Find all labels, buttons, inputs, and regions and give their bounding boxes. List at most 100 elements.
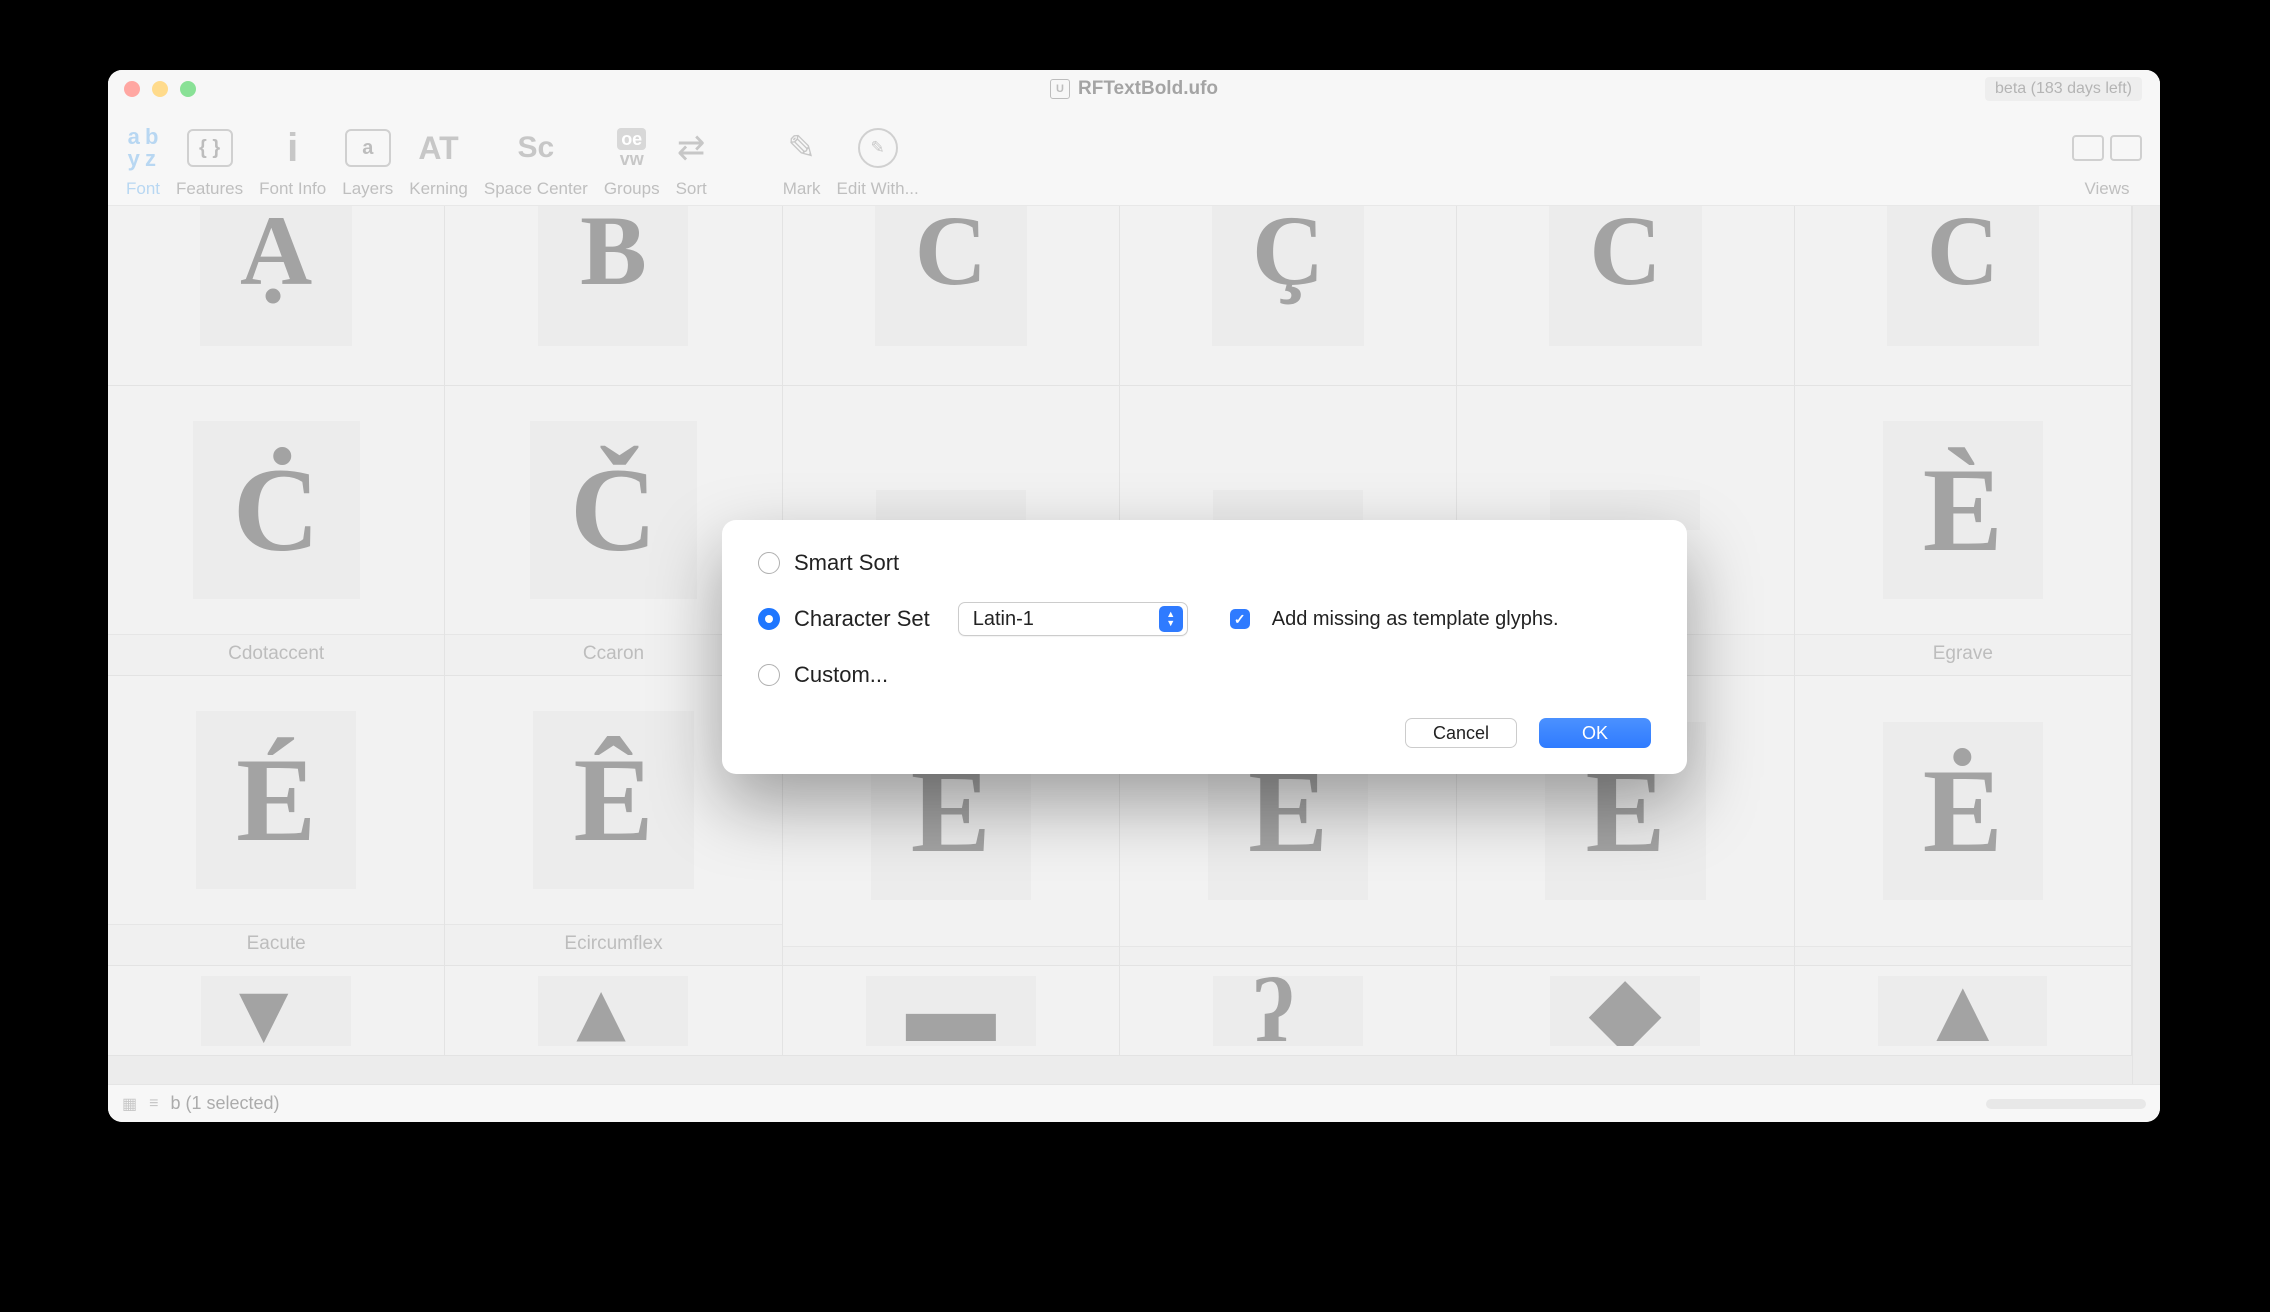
kerning-icon: AT [418, 123, 458, 173]
glyph-display: ▬ [783, 966, 1119, 1055]
groups-icon: oevw [617, 123, 646, 173]
glyph-name-label: Ecircumflex [445, 924, 781, 965]
radio-icon[interactable] [758, 664, 780, 686]
tool-label: Mark [783, 179, 821, 199]
glyph-display: ▲ [1795, 966, 2131, 1055]
grid-view-icon[interactable]: ▦ [122, 1094, 137, 1114]
horizontal-scrollbar[interactable] [1986, 1099, 2146, 1109]
glyph-display: È [1795, 386, 2131, 634]
window-title-text: RFTextBold.ufo [1078, 78, 1218, 100]
glyph-display: ◆ [1457, 966, 1793, 1055]
layers-icon: a [345, 129, 391, 167]
ok-button[interactable]: OK [1539, 718, 1651, 748]
cancel-button[interactable]: Cancel [1405, 718, 1517, 748]
option-custom[interactable]: Custom... [758, 662, 1651, 688]
sort-dialog: Smart Sort Character Set Latin-1 ▲▼ ✓ Ad… [722, 520, 1687, 774]
tool-layers[interactable]: a Layers [334, 123, 401, 199]
glyph-cell[interactable]: Ç [1120, 206, 1457, 386]
selection-status: b (1 selected) [170, 1093, 279, 1114]
glyph-cell[interactable]: Ė [1795, 676, 2132, 966]
option-smart-sort[interactable]: Smart Sort [758, 550, 1651, 576]
tool-sort[interactable]: ⇄ Sort [668, 123, 715, 199]
braces-icon: { } [187, 129, 233, 167]
glyph-name-label: Cdotaccent [108, 634, 444, 675]
glyph-cell[interactable]: ĊCdotaccent [108, 386, 445, 676]
glyph-display: C [1795, 206, 2131, 385]
glyph-display: ▴ [445, 966, 781, 1055]
glyph-display: Ė [1795, 676, 2131, 946]
select-arrows-icon: ▲▼ [1159, 606, 1183, 632]
tool-editwith[interactable]: ✎ Edit With... [829, 123, 927, 199]
glyph-display: C [1457, 206, 1793, 385]
minimize-icon[interactable] [152, 81, 168, 97]
close-icon[interactable] [124, 81, 140, 97]
vertical-scrollbar[interactable] [2132, 206, 2160, 1084]
radio-icon[interactable] [758, 552, 780, 574]
tool-kerning[interactable]: AT Kerning [401, 123, 476, 199]
tool-label: Space Center [484, 179, 588, 199]
tool-font[interactable]: abyz Font [118, 123, 168, 199]
traffic-lights [124, 81, 196, 97]
glyph-display: ▾ [108, 966, 444, 1055]
tool-label: Edit With... [837, 179, 919, 199]
tool-label: Views [2084, 179, 2129, 199]
tool-spacecenter[interactable]: Sc Space Center [476, 123, 596, 199]
glyph-cell[interactable]: C [783, 206, 1120, 386]
glyph-cell[interactable]: ▬Edotaccentbelow [783, 966, 1120, 1056]
tool-label: Kerning [409, 179, 468, 199]
glyph-cell[interactable]: ÉEacute [108, 676, 445, 966]
titlebar: U RFTextBold.ufo beta (183 days left) [108, 70, 2160, 108]
glyph-cell[interactable]: ÈEgrave [1795, 386, 2132, 676]
glyph-cell[interactable]: C [1795, 206, 2132, 386]
glyph-display: ʔ [1120, 966, 1456, 1055]
glyph-cell[interactable]: ▲Ecircumflexacute [1795, 966, 2132, 1056]
toolbar: abyz Font { } Features i Font Info a Lay… [108, 108, 2160, 206]
charset-select[interactable]: Latin-1 ▲▼ [958, 602, 1188, 636]
views-icon [2072, 135, 2142, 161]
editwith-icon: ✎ [858, 123, 898, 173]
ufo-file-icon: U [1050, 79, 1070, 99]
statusbar: ▦ ≡ b (1 selected) [108, 1084, 2160, 1122]
glyph-name-label: Eacute [108, 924, 444, 965]
tool-fontinfo[interactable]: i Font Info [251, 123, 334, 199]
glyph-cell[interactable]: B [445, 206, 782, 386]
glyph-cell[interactable]: ◆Etilde [1457, 966, 1794, 1056]
radio-icon[interactable] [758, 608, 780, 630]
maximize-icon[interactable] [180, 81, 196, 97]
glyph-name-label [783, 946, 1119, 965]
glyph-name-label [1457, 946, 1793, 965]
list-view-icon[interactable]: ≡ [149, 1095, 158, 1113]
option-label: Custom... [794, 662, 888, 688]
tool-views[interactable]: Views [2064, 123, 2150, 199]
glyph-display: É [108, 676, 444, 924]
glyph-cell[interactable]: ʔEhook [1120, 966, 1457, 1056]
beta-badge: beta (183 days left) [1985, 77, 2142, 101]
option-character-set[interactable]: Character Set Latin-1 ▲▼ ✓ Add missing a… [758, 602, 1651, 636]
glyph-cell[interactable]: ▴Ecaron [445, 966, 782, 1056]
glyph-display: Ċ [108, 386, 444, 634]
tool-features[interactable]: { } Features [168, 123, 251, 199]
glyph-cell[interactable]: Ạ [108, 206, 445, 386]
glyph-name-label [1120, 946, 1456, 965]
info-icon: i [287, 123, 298, 173]
tool-label: Sort [676, 179, 707, 199]
glyph-name-label [1795, 946, 2131, 965]
glyph-display: Ạ [108, 206, 444, 385]
tool-label: Features [176, 179, 243, 199]
tool-mark[interactable]: ✎ Mark [775, 123, 829, 199]
window-title: U RFTextBold.ufo [1050, 78, 1218, 100]
charset-value: Latin-1 [973, 608, 1034, 631]
tool-groups[interactable]: oevw Groups [596, 123, 668, 199]
mark-icon: ✎ [787, 123, 816, 173]
app-window: U RFTextBold.ufo beta (183 days left) ab… [108, 70, 2160, 1122]
glyph-cell[interactable]: C [1457, 206, 1794, 386]
glyph-display: B [445, 206, 781, 385]
glyph-display: C [783, 206, 1119, 385]
tool-label: Layers [342, 179, 393, 199]
option-label: Smart Sort [794, 550, 899, 576]
glyph-display: Ç [1120, 206, 1456, 385]
option-label: Character Set [794, 606, 930, 632]
add-missing-checkbox[interactable]: ✓ [1230, 609, 1250, 629]
tool-label: Font [126, 179, 160, 199]
glyph-cell[interactable]: ▾Eogonek [108, 966, 445, 1056]
